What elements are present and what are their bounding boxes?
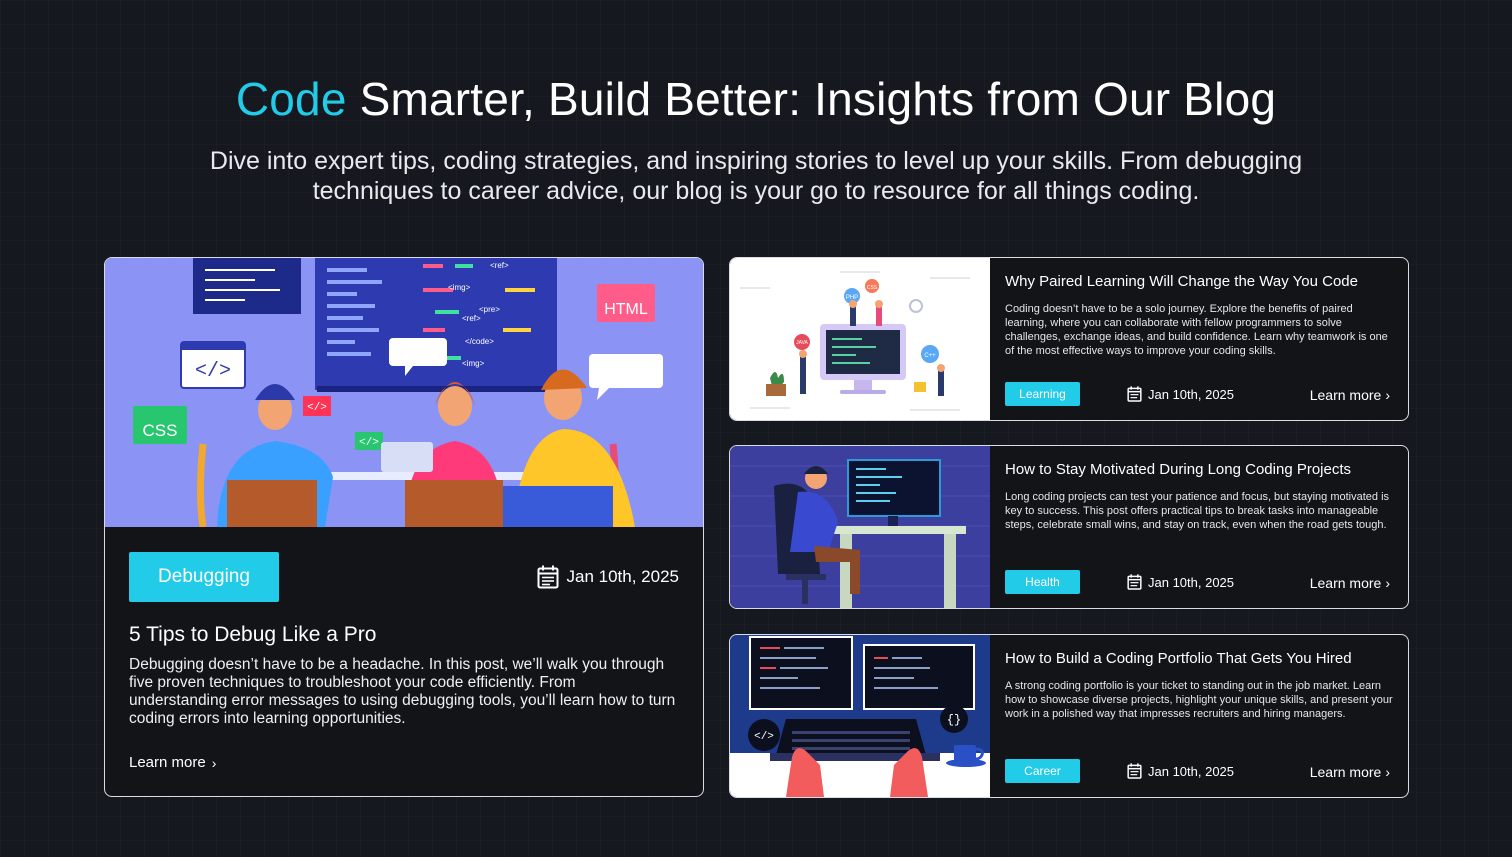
post-card[interactable]: How to Stay Motivated During Long Coding… [729, 445, 1409, 609]
post-date-text: Jan 10th, 2025 [566, 567, 679, 586]
post-date: Jan 10th, 2025 [1127, 574, 1234, 590]
tag-career[interactable]: Career [1005, 759, 1080, 783]
illus-code-close: </code> [465, 337, 494, 346]
learn-more-label: Learn more [1309, 387, 1382, 403]
title-accent: Code [235, 73, 347, 125]
post-date: Jan 10th, 2025 [1127, 386, 1234, 402]
illus-code-ref-2: <ref> [462, 314, 481, 323]
thumb-label-php: PHP [846, 295, 858, 301]
thumb-label-css: CSS [867, 285, 878, 291]
thumb-label-cpp: C++ [924, 353, 936, 359]
post-title[interactable]: Why Paired Learning Will Change the Way … [1005, 273, 1358, 290]
post-description: Long coding projects can test your patie… [1005, 491, 1390, 531]
post-date-text: Jan 10th, 2025 [1148, 386, 1235, 402]
featured-post-title[interactable]: 5 Tips to Debug Like a Pro [129, 623, 376, 647]
chevron-right-icon: › [1385, 575, 1390, 591]
calendar-icon [537, 565, 559, 589]
illus-tag-red: </> [307, 402, 327, 414]
illus-code-ref: <ref> [490, 261, 509, 270]
post-date: Jan 10th, 2025 [1127, 763, 1234, 779]
calendar-icon [1127, 386, 1142, 402]
learn-more-link[interactable]: Learn more › [1310, 764, 1390, 780]
featured-post-card[interactable]: <ref> <img> <pre> <ref> </code> <img> </… [104, 257, 704, 797]
post-card[interactable]: </> {} How to Build a Coding Portfolio T… [729, 634, 1409, 798]
post-date: Jan 10th, 2025 [537, 565, 679, 589]
learn-more-label: Learn more [1309, 764, 1382, 780]
chevron-right-icon: › [1385, 764, 1390, 780]
title-rest: Smarter, Build Better: Insights from Our… [346, 73, 1277, 125]
post-title[interactable]: How to Build a Coding Portfolio That Get… [1005, 650, 1352, 667]
post-date-text: Jan 10th, 2025 [1148, 574, 1235, 590]
featured-post-description: Debugging doesn’t have to be a headache.… [129, 656, 676, 727]
post-description: Coding doesn’t have to be a solo journey… [1005, 303, 1388, 357]
post-thumbnail [730, 446, 990, 608]
illus-code-img-2: <img> [462, 359, 485, 368]
thumb-label-code: </> [754, 731, 774, 743]
learn-more-link[interactable]: Learn more › [1310, 575, 1390, 591]
tag-learning[interactable]: Learning [1005, 382, 1080, 406]
post-date-text: Jan 10th, 2025 [1148, 763, 1235, 779]
page-subtitle: Dive into expert tips, coding strategies… [209, 147, 1303, 205]
post-description: A strong coding portfolio is your ticket… [1005, 680, 1393, 720]
post-thumbnail: </> {} [730, 635, 990, 797]
illus-tag-green: </> [359, 437, 379, 449]
illus-code-pre: <pre> [479, 305, 500, 314]
learn-more-link[interactable]: Learn more › [1310, 387, 1390, 403]
chevron-right-icon: › [211, 754, 217, 771]
tag-debugging[interactable]: Debugging [129, 552, 279, 602]
illus-code-img: <img> [448, 283, 471, 292]
page-title: Code Smarter, Build Better: Insights fro… [0, 72, 1512, 126]
post-title[interactable]: How to Stay Motivated During Long Coding… [1005, 461, 1351, 478]
learn-more-link[interactable]: Learn more › [129, 754, 216, 771]
illus-tag-html: HTML [604, 301, 648, 318]
chevron-right-icon: › [1385, 387, 1390, 403]
learn-more-label: Learn more [129, 754, 206, 771]
thumb-label-braces: {} [947, 713, 961, 727]
calendar-icon [1127, 574, 1142, 590]
featured-illustration: <ref> <img> <pre> <ref> </code> <img> </… [105, 258, 703, 527]
calendar-icon [1127, 763, 1142, 779]
tag-health[interactable]: Health [1005, 570, 1080, 594]
illus-tag-code: </> [195, 360, 231, 383]
post-card[interactable]: PHP CSS JAVA C++ Why Paired Learning Wil… [729, 257, 1409, 421]
post-thumbnail: PHP CSS JAVA C++ [730, 258, 990, 420]
illus-tag-css: CSS [143, 421, 178, 440]
thumb-label-java: JAVA [796, 340, 808, 346]
learn-more-label: Learn more [1309, 575, 1382, 591]
